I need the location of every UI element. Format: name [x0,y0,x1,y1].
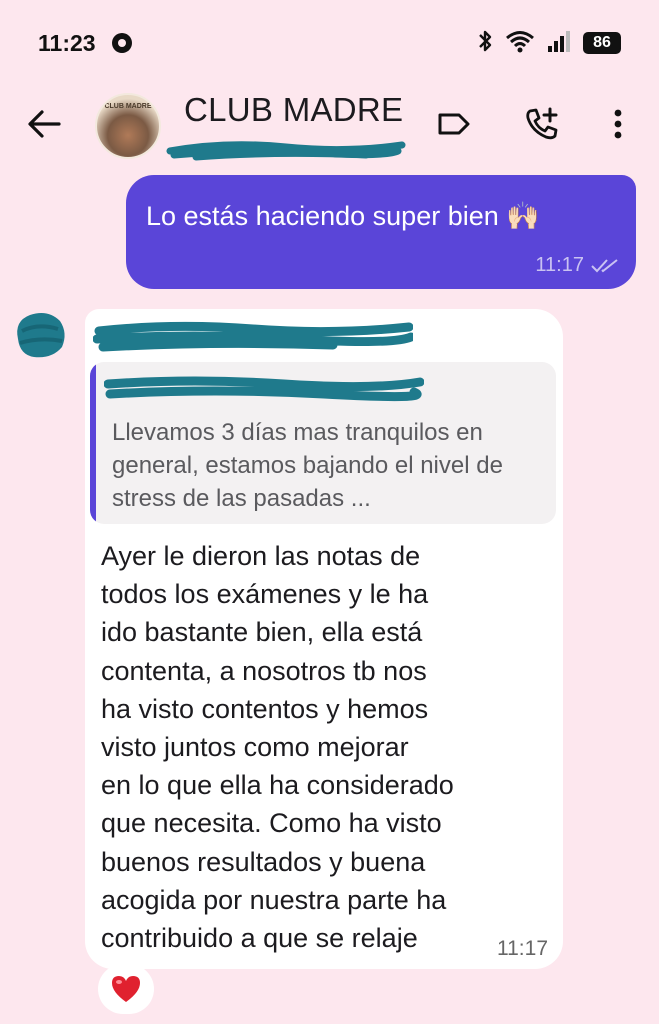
outgoing-message-time: 11:17 [535,254,584,276]
reaction-badge[interactable] [98,964,154,1014]
heart-emoji [112,976,140,1002]
outgoing-message[interactable]: Lo estás haciendo super bien 🙌🏻 11:17 [126,175,636,289]
label-button[interactable] [434,104,474,144]
redaction-scribble [166,141,406,161]
message-line: ido bastante bien, ella está [101,617,423,648]
message-line: todos los exámenes y le ha [101,579,429,610]
chat-header: CLUB MADRE CLUB MADRE [0,82,659,174]
quoted-message-text: Llevamos 3 días mas tranquilos en genera… [112,419,503,512]
message-line: ha visto contentos y hemos [101,693,429,724]
incoming-message-time: 11:17 [497,937,548,960]
message-line: contenta, a nosotros tb nos [101,655,427,686]
tag-icon [438,113,470,135]
wifi-icon [505,29,535,58]
incoming-message[interactable]: Llevamos 3 días mas tranquilos en genera… [85,309,563,969]
status-time: 11:23 [38,30,96,56]
message-line: Ayer le dieron las notas de [101,541,421,571]
outgoing-message-meta: 11:17 [535,254,620,277]
quote-accent-bar [90,362,96,524]
message-line: acogida por nuestra parte ha [101,884,447,915]
status-icons: 86 [477,30,621,56]
outgoing-message-text: Lo estás haciendo super bien 🙌🏻 [146,201,540,231]
battery-indicator: 86 [583,32,621,54]
sender-avatar[interactable] [8,309,70,361]
message-line: en lo que ella ha considerado [101,770,454,801]
add-call-button[interactable] [522,104,562,144]
bluetooth-icon [477,29,493,58]
back-button[interactable] [24,104,64,144]
quoted-message[interactable]: Llevamos 3 días mas tranquilos en genera… [90,362,556,524]
incoming-message-text: Ayer le dieron las notas de todos los ex… [101,537,553,957]
avatar-logo-text: CLUB MADRE [104,103,152,110]
message-line: buenos resultados y buena [101,846,426,877]
status-bar: 11:23 86 [0,0,659,80]
redaction-scribble [104,376,424,402]
more-options-button[interactable] [598,104,638,144]
message-line: contribuido a que se relaje [101,923,418,954]
double-check-icon [591,258,618,272]
more-vert-icon [614,109,622,139]
message-line: que necesita. Como ha visto [101,808,442,839]
message-bubble-icon [112,33,132,53]
group-avatar[interactable]: CLUB MADRE [95,93,161,159]
add-call-icon [526,107,558,140]
chat-title[interactable]: CLUB MADRE [184,91,403,129]
message-line: visto juntos como mejorar [101,732,409,763]
redaction-scribble [93,321,413,352]
signal-icon [547,29,571,58]
arrow-left-icon [28,110,61,138]
